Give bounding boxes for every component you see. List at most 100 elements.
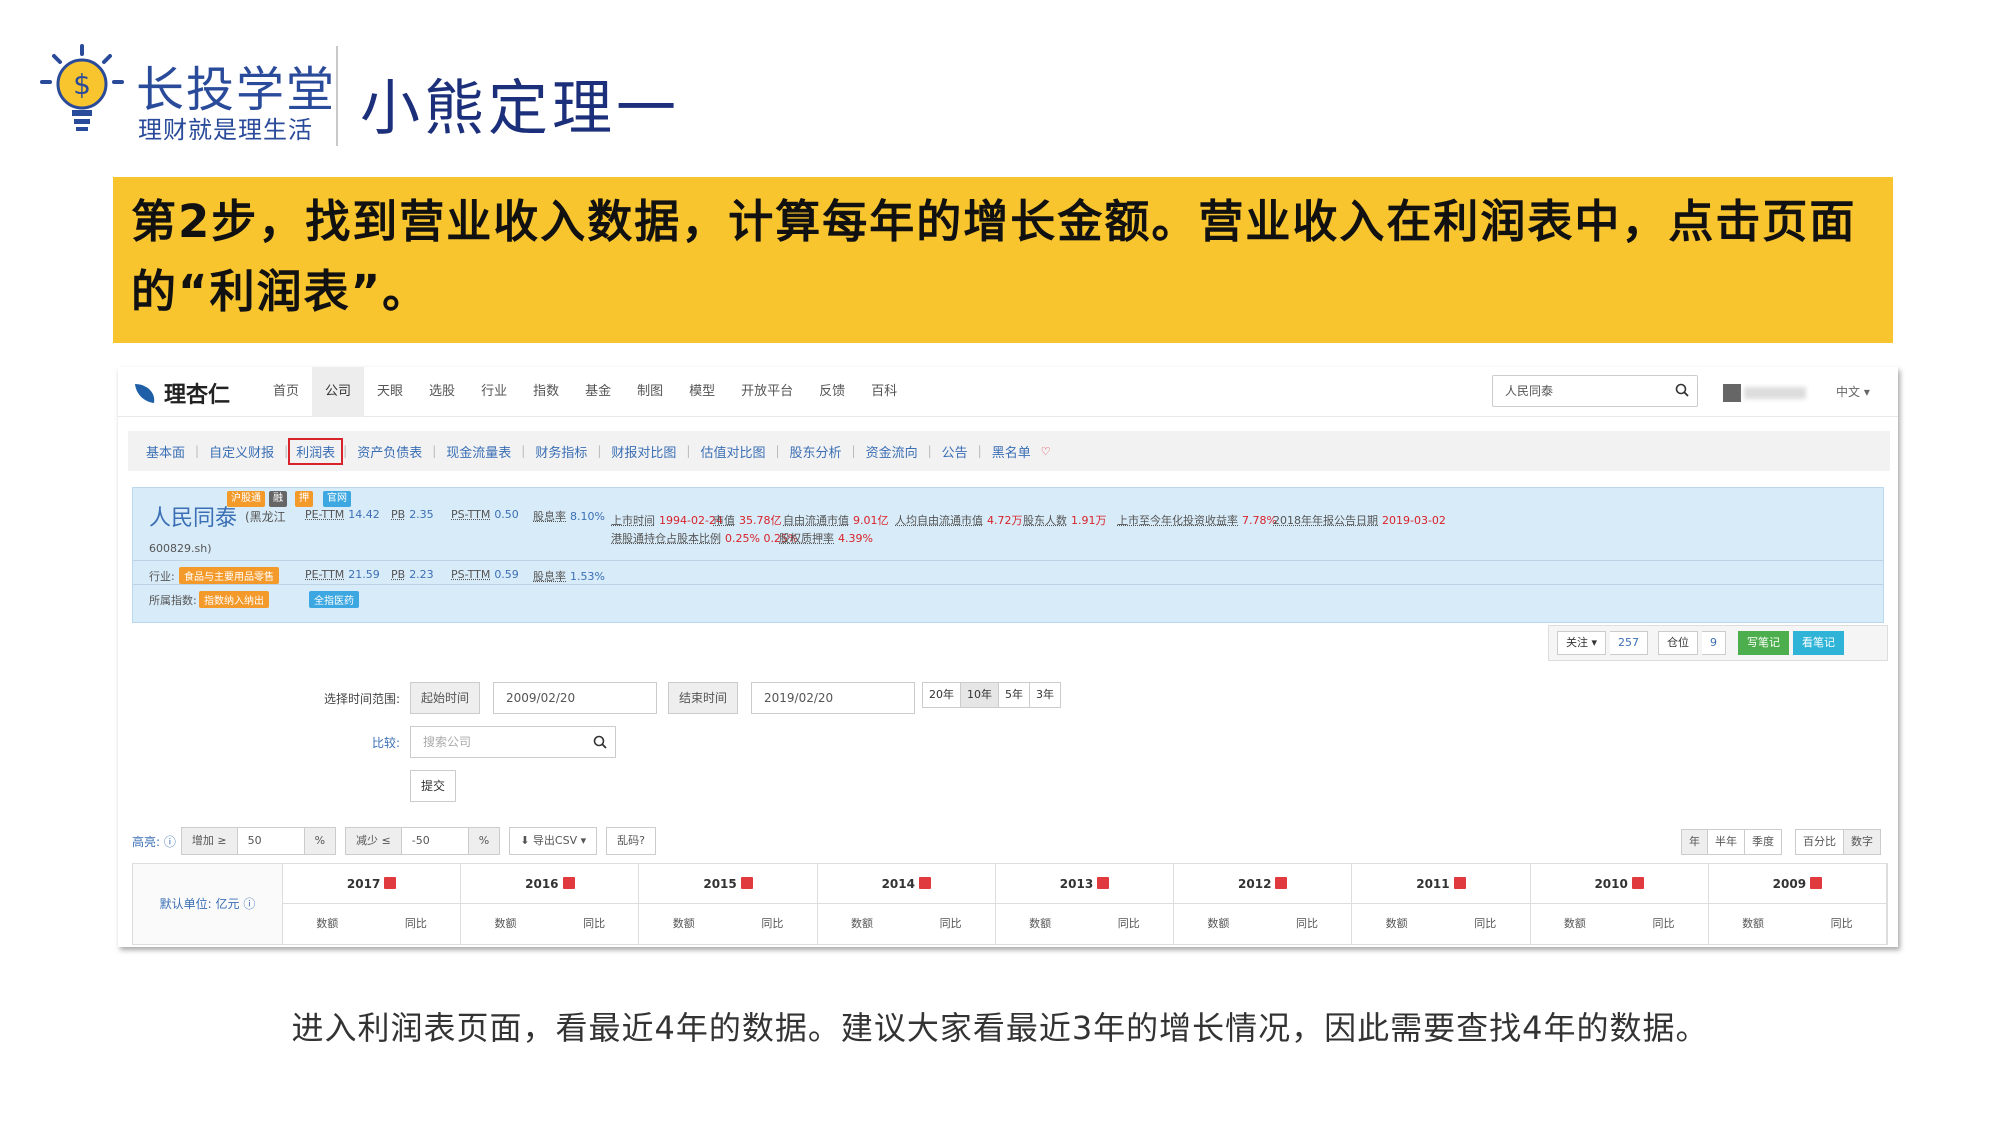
nav-item[interactable]: 天眼	[364, 367, 416, 417]
nav-item[interactable]: 开放平台	[728, 367, 806, 417]
industry-metric-label[interactable]: PB	[391, 568, 405, 581]
sector-tag[interactable]: 全指医药	[309, 591, 359, 608]
submit-button[interactable]: 提交	[410, 770, 457, 802]
pdf-icon[interactable]	[740, 877, 753, 889]
subnav-item[interactable]: 基本面	[136, 442, 195, 461]
subnav-item[interactable]: 资产负债表	[347, 442, 432, 461]
decrease-threshold-input[interactable]: -50	[400, 827, 469, 855]
pdf-icon[interactable]	[1631, 877, 1644, 889]
view-note-button[interactable]: 看笔记	[1793, 631, 1845, 655]
site-logo[interactable]: 理杏仁	[132, 377, 230, 409]
nav-item[interactable]: 基金	[572, 367, 624, 417]
pdf-icon[interactable]	[1810, 877, 1823, 889]
garbled-text-link[interactable]: 乱码?	[606, 827, 656, 855]
market-metric-label[interactable]: 股东人数	[1023, 514, 1067, 527]
nav-item[interactable]: 选股	[416, 367, 468, 417]
sub-column-label: 同比	[404, 917, 427, 930]
nav-item[interactable]: 百科	[858, 367, 910, 417]
pdf-icon[interactable]	[384, 877, 397, 889]
follow-button[interactable]: 关注 ▾	[1557, 631, 1607, 655]
index-tag[interactable]: 指数纳入纳出	[199, 591, 269, 608]
period-option[interactable]: 半年	[1707, 829, 1745, 855]
range-preset-button[interactable]: 10年	[960, 682, 999, 708]
valuation-metric-label[interactable]: PE-TTM	[305, 508, 344, 521]
nav-item[interactable]: 行业	[468, 367, 520, 417]
end-date-addon: 结束时间	[668, 682, 739, 714]
subnav-item[interactable]: 黑名单	[982, 442, 1041, 461]
user-name-blurred[interactable]	[1744, 387, 1806, 399]
pdf-icon[interactable]	[918, 877, 931, 889]
market-metric-label[interactable]: 股权质押率	[779, 532, 834, 545]
subnav-item[interactable]: 利润表	[288, 437, 344, 465]
pdf-icon[interactable]	[562, 877, 575, 889]
language-select[interactable]: 中文 ▾	[1836, 367, 1870, 417]
nav-item[interactable]: 首页	[260, 367, 312, 417]
industry-metric: 股息率 1.53%	[533, 568, 605, 584]
subnav-item[interactable]: 公告	[932, 442, 978, 461]
valuation-metric-label[interactable]: PS-TTM	[451, 508, 490, 521]
market-metric-label[interactable]: 上市时间	[611, 514, 655, 527]
company-badge[interactable]: 押	[295, 491, 313, 507]
nav-item[interactable]: 制图	[624, 367, 676, 417]
market-metric-label[interactable]: 市值	[713, 514, 735, 527]
end-date-field[interactable]: 2019/02/20	[751, 682, 915, 714]
write-note-button[interactable]: 写笔记	[1738, 631, 1790, 655]
market-metric-label[interactable]: 人均自由流通市值	[895, 514, 983, 527]
nav-item[interactable]: 公司	[312, 367, 365, 417]
market-metric-label[interactable]: 港股通持仓占股本比例	[611, 532, 721, 545]
range-preset-button[interactable]: 5年	[998, 682, 1030, 708]
valuation-metric-label[interactable]: PB	[391, 508, 405, 521]
company-name[interactable]: 人民同泰	[149, 500, 237, 532]
year-header: 2010	[1530, 864, 1708, 904]
nav-item[interactable]: 指数	[520, 367, 572, 417]
company-badge[interactable]: 官网	[323, 491, 351, 507]
year-column: 2014 数额 同比	[817, 864, 996, 944]
industry-metric: PE-TTM 21.59	[305, 568, 380, 581]
increase-threshold-input[interactable]: 50	[236, 827, 305, 855]
view-option[interactable]: 百分比	[1795, 829, 1844, 855]
industry-tag[interactable]: 食品与主要用品零售	[179, 567, 279, 584]
subnav-item[interactable]: 自定义财报	[199, 442, 284, 461]
range-preset-button[interactable]: 3年	[1029, 682, 1061, 708]
subnav-item[interactable]: 财务指标	[525, 442, 597, 461]
subnav-item[interactable]: 股东分析	[780, 442, 852, 461]
search-icon[interactable]	[1675, 383, 1689, 397]
avatar[interactable]	[1723, 384, 1741, 402]
nav-item[interactable]: 反馈	[806, 367, 858, 417]
valuation-metric-label[interactable]: 股息率	[533, 510, 566, 523]
market-metric: 股东人数 1.91万	[1023, 512, 1107, 528]
search-icon[interactable]	[593, 735, 607, 749]
start-date-field[interactable]: 2009/02/20	[493, 682, 657, 714]
export-csv-button[interactable]: ⬇ 导出CSV ▾	[509, 827, 598, 855]
nav-item[interactable]: 模型	[676, 367, 728, 417]
subnav-item[interactable]: 估值对比图	[690, 442, 775, 461]
site-search-input[interactable]: 人民同泰	[1492, 375, 1698, 407]
subnav-item[interactable]: 现金流量表	[436, 442, 521, 461]
industry-metric-value: 2.23	[409, 568, 434, 581]
market-metric-label[interactable]: 自由流通市值	[783, 514, 849, 527]
period-option[interactable]: 季度	[1744, 829, 1782, 855]
site-search-value: 人民同泰	[1505, 384, 1554, 398]
year-header: 2013	[995, 864, 1174, 904]
sub-column-label: 数额	[672, 917, 695, 930]
range-preset-button[interactable]: 20年	[922, 682, 961, 708]
subnav-item[interactable]: 财报对比图	[601, 442, 686, 461]
position-button[interactable]: 仓位	[1658, 631, 1699, 655]
subnav-item[interactable]: 资金流向	[856, 442, 928, 461]
pdf-icon[interactable]	[1275, 877, 1288, 889]
compare-search-input[interactable]: 搜索公司	[410, 726, 616, 758]
industry-metric-label[interactable]: PS-TTM	[451, 568, 490, 581]
market-metric-label[interactable]: 上市至今年化投资收益率	[1117, 514, 1238, 527]
pdf-icon[interactable]	[1097, 877, 1110, 889]
period-option[interactable]: 年	[1681, 829, 1708, 855]
industry-metric-label[interactable]: 股息率	[533, 570, 566, 583]
industry-metric-label[interactable]: PE-TTM	[305, 568, 344, 581]
market-metric-value: 4.39%	[838, 532, 873, 545]
sub-column-label: 数额	[494, 917, 517, 930]
company-badge[interactable]: 沪股通	[227, 491, 265, 507]
company-badge[interactable]: 融	[269, 491, 287, 507]
highlight-label: 高亮: ⓘ	[132, 834, 176, 849]
pdf-icon[interactable]	[1453, 877, 1466, 889]
market-metric-label[interactable]: 2018年年报公告日期	[1273, 514, 1378, 527]
view-option[interactable]: 数字	[1843, 829, 1881, 855]
